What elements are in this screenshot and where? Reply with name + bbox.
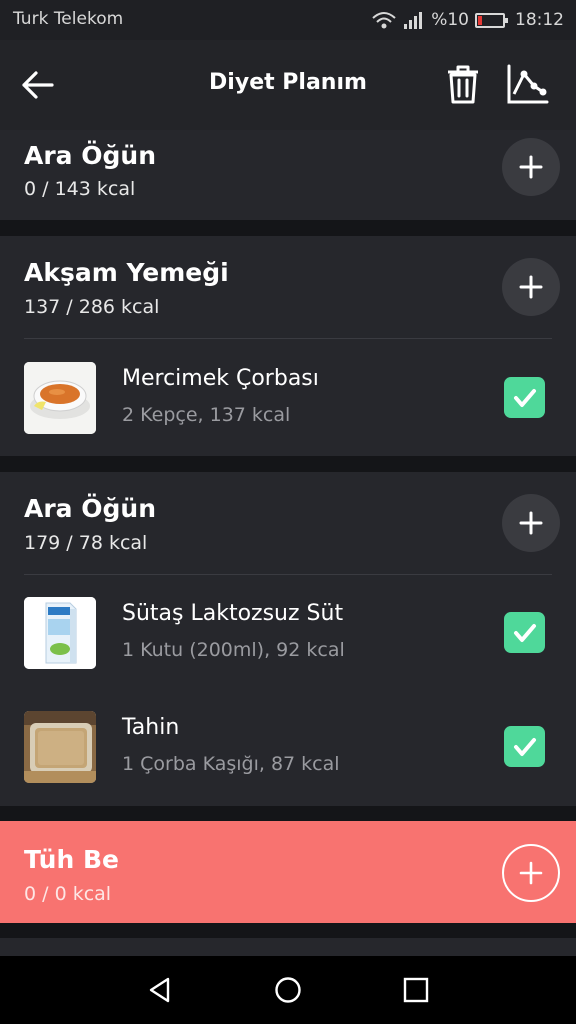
chart-icon[interactable] bbox=[505, 62, 551, 106]
meal-card: Ara Öğün 179 / 78 kcal Sütaş Laktozsuz S… bbox=[0, 472, 576, 806]
checkmark-icon bbox=[513, 623, 536, 642]
carrier-name: Turk Telekom bbox=[13, 9, 124, 29]
food-item[interactable]: Tahin 1 Çorba Kaşığı, 87 kcal bbox=[0, 697, 576, 797]
food-image-milk bbox=[24, 597, 96, 669]
page-title: Diyet Planım bbox=[209, 70, 367, 95]
trash-icon[interactable] bbox=[443, 62, 483, 106]
food-detail: 1 Çorba Kaşığı, 87 kcal bbox=[122, 753, 340, 775]
divider bbox=[24, 338, 552, 339]
app-bar: Diyet Planım bbox=[0, 40, 576, 130]
battery-percent: %10 bbox=[431, 10, 469, 30]
meal-kcal: 137 / 286 kcal bbox=[24, 296, 160, 318]
meal-card: Ara Öğün 0 / 143 kcal bbox=[0, 130, 576, 220]
food-image-soup bbox=[24, 362, 96, 434]
meal-kcal: 179 / 78 kcal bbox=[24, 532, 148, 554]
divider bbox=[24, 574, 552, 575]
meal-kcal: 0 / 0 kcal bbox=[24, 883, 112, 905]
meal-card: Akşam Yemeği 137 / 286 kcal Mercimek Çor… bbox=[0, 236, 576, 456]
eaten-checkbox[interactable] bbox=[504, 612, 545, 653]
eaten-checkbox[interactable] bbox=[504, 377, 545, 418]
system-nav-bar bbox=[0, 956, 576, 1024]
meal-title: Ara Öğün bbox=[24, 494, 156, 523]
food-detail: 1 Kutu (200ml), 92 kcal bbox=[122, 639, 345, 661]
meal-kcal: 0 / 143 kcal bbox=[24, 178, 136, 200]
add-food-button[interactable] bbox=[502, 494, 560, 552]
nav-back-icon[interactable] bbox=[146, 976, 174, 1004]
plus-icon bbox=[519, 155, 543, 179]
meal-title: Tüh Be bbox=[24, 845, 119, 874]
plus-icon bbox=[519, 861, 543, 885]
food-item[interactable]: Mercimek Çorbası 2 Kepçe, 137 kcal bbox=[0, 348, 576, 448]
food-name: Sütaş Laktozsuz Süt bbox=[122, 601, 344, 626]
nav-home-icon[interactable] bbox=[274, 976, 302, 1004]
food-item[interactable]: Sütaş Laktozsuz Süt 1 Kutu (200ml), 92 k… bbox=[0, 583, 576, 683]
status-bar: Turk Telekom %10 18:12 bbox=[0, 0, 576, 40]
meal-title: Akşam Yemeği bbox=[24, 258, 229, 287]
plus-icon bbox=[519, 275, 543, 299]
wifi-icon bbox=[372, 12, 396, 29]
plus-icon bbox=[519, 511, 543, 535]
eaten-checkbox[interactable] bbox=[504, 726, 545, 767]
food-detail: 2 Kepçe, 137 kcal bbox=[122, 404, 291, 426]
meal-title: Ara Öğün bbox=[24, 141, 156, 170]
checkmark-icon bbox=[513, 737, 536, 756]
status-indicators: %10 18:12 bbox=[371, 8, 564, 32]
nav-recents-icon[interactable] bbox=[402, 976, 430, 1004]
signal-icon bbox=[404, 12, 423, 29]
add-food-button[interactable] bbox=[502, 258, 560, 316]
add-food-button[interactable] bbox=[502, 138, 560, 196]
food-name: Mercimek Çorbası bbox=[122, 366, 319, 391]
food-image-tahini bbox=[24, 711, 96, 783]
battery-icon bbox=[475, 12, 508, 28]
add-food-button[interactable] bbox=[502, 844, 560, 902]
food-name: Tahin bbox=[122, 715, 180, 740]
meal-card-partial bbox=[0, 938, 576, 956]
cheat-meal-card: Tüh Be 0 / 0 kcal bbox=[0, 821, 576, 923]
checkmark-icon bbox=[513, 388, 536, 407]
clock: 18:12 bbox=[515, 10, 564, 30]
